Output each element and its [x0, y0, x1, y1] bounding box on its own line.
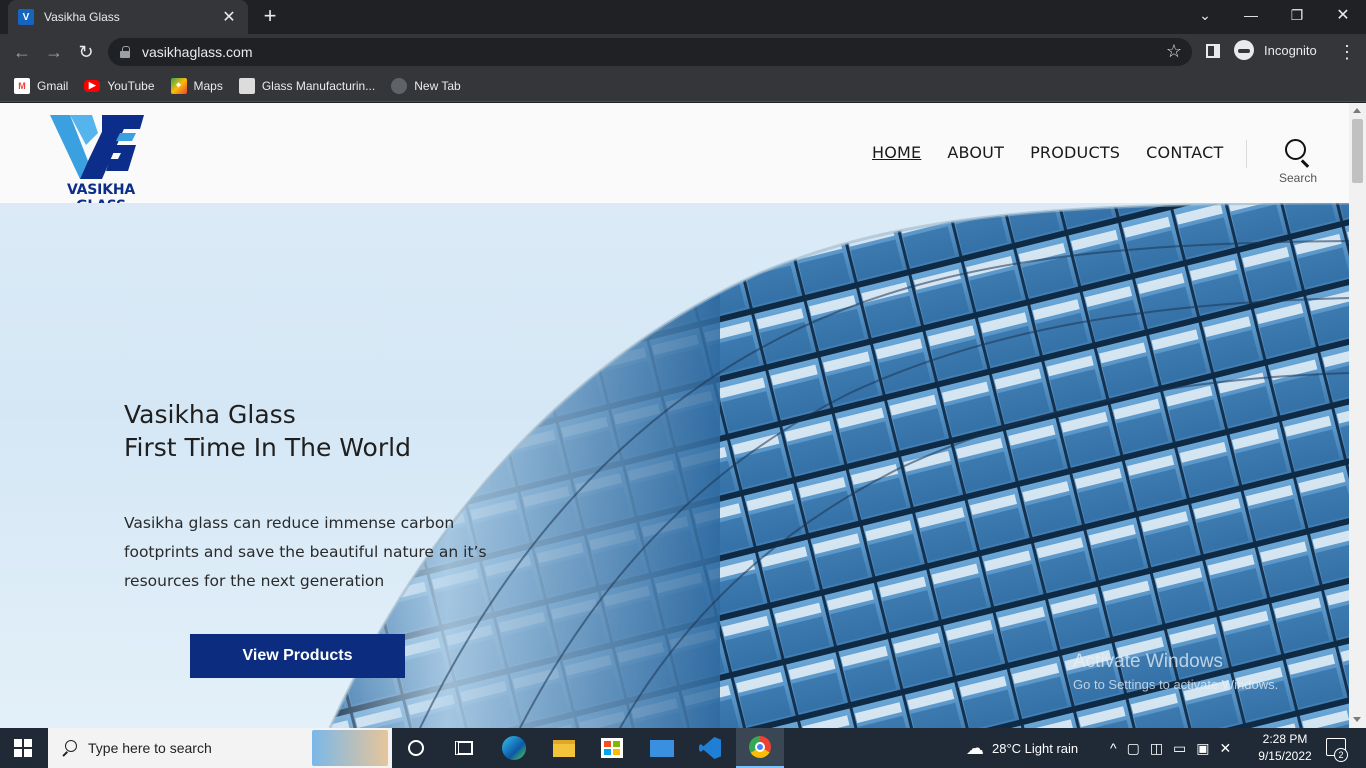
mail-icon[interactable]	[638, 728, 686, 768]
nav-contact-link[interactable]: CONTACT	[1146, 143, 1223, 162]
bookmark-youtube[interactable]: ▶ YouTube	[84, 78, 155, 93]
back-arrow-icon[interactable]: ←	[10, 40, 34, 64]
page-viewport: VASIKHA GLASS HOME ABOUT PRODUCTS CONTAC…	[0, 103, 1349, 728]
search-icon	[62, 740, 78, 756]
taskbar-clock[interactable]: 2:28 PM 9/15/2022	[1252, 731, 1318, 765]
restore-button[interactable]: ❐	[1274, 0, 1320, 30]
chrome-taskbar-icon[interactable]	[736, 728, 784, 768]
hero-title-line2: First Time In The World	[124, 433, 411, 462]
browser-tab[interactable]: V Vasikha Glass ✕	[8, 0, 248, 34]
system-tray-icons[interactable]: ^ ▢ ◫ ▭ ▣ ✕	[1110, 728, 1241, 768]
cortana-icon[interactable]	[392, 728, 440, 768]
youtube-icon: ▶	[84, 79, 101, 92]
notification-count-badge: 2	[1334, 748, 1348, 762]
view-products-button[interactable]: View Products	[190, 634, 405, 678]
clock-date: 9/15/2022	[1258, 749, 1312, 763]
site-favicon-icon: V	[18, 9, 34, 25]
new-tab-button[interactable]: +	[258, 4, 282, 28]
file-explorer-icon[interactable]	[540, 728, 588, 768]
tab-search-icon[interactable]: ⌄	[1182, 0, 1228, 30]
windows-taskbar: Type here to search ☁ 28°C Light rain ^ …	[0, 728, 1366, 768]
hero-title-line1: Vasikha Glass	[124, 400, 296, 429]
hero-description: Vasikha glass can reduce immense carbon …	[124, 514, 487, 590]
nav-divider	[1246, 140, 1247, 168]
watermark-line2: Go to Settings to activate Windows.	[1073, 677, 1279, 692]
clock-time: 2:28 PM	[1262, 732, 1308, 746]
tab-title: Vasikha Glass	[44, 10, 120, 24]
vscode-icon[interactable]	[686, 728, 734, 768]
activate-windows-watermark: Activate Windows Go to Settings to activ…	[1073, 651, 1278, 692]
weather-text: 28°C Light rain	[992, 740, 1079, 756]
nav-about-link[interactable]: ABOUT	[947, 143, 1004, 162]
incognito-profile-button[interactable]: Incognito	[1234, 40, 1317, 60]
network-icon[interactable]: ◫	[1150, 740, 1173, 757]
incognito-label: Incognito	[1264, 42, 1317, 58]
bookmark-label: YouTube	[107, 78, 155, 93]
windows-start-icon[interactable]	[14, 739, 32, 757]
site-logo[interactable]: VASIKHA GLASS	[40, 111, 162, 214]
site-header: VASIKHA GLASS HOME ABOUT PRODUCTS CONTAC…	[0, 103, 1349, 214]
watermark-line1: Activate Windows	[1073, 651, 1223, 672]
search-highlight-image[interactable]	[312, 730, 388, 766]
main-nav: HOME ABOUT PRODUCTS CONTACT	[872, 143, 1249, 162]
bookmark-maps[interactable]: ⌖ Maps	[170, 77, 223, 94]
address-bar[interactable]: vasikhaglass.com ☆	[108, 38, 1192, 66]
vasikha-logo-icon	[50, 115, 144, 179]
nav-products-link[interactable]: PRODUCTS	[1030, 143, 1120, 162]
forward-arrow-icon[interactable]: →	[42, 40, 66, 64]
bookmark-label: New Tab	[414, 78, 461, 93]
rain-cloud-icon: ☁	[966, 737, 984, 758]
volume-muted-icon[interactable]: ✕	[1220, 740, 1242, 757]
chrome-menu-icon[interactable]: ⋮	[1338, 40, 1356, 64]
taskbar-search-placeholder: Type here to search	[88, 740, 212, 756]
search-label: Search	[1278, 171, 1318, 185]
battery-icon[interactable]: ▭	[1173, 740, 1196, 757]
display-icon[interactable]: ▣	[1196, 740, 1219, 757]
url-text[interactable]: vasikhaglass.com	[142, 44, 253, 60]
task-view-icon[interactable]	[440, 728, 488, 768]
close-tab-icon[interactable]: ✕	[220, 7, 238, 27]
site-favicon	[238, 77, 255, 94]
scroll-thumb[interactable]	[1352, 119, 1363, 183]
gmail-icon: M	[14, 77, 30, 94]
bookmark-label: Maps	[193, 78, 223, 93]
side-panel-icon[interactable]	[1206, 44, 1220, 58]
nav-home-link[interactable]: HOME	[872, 143, 921, 162]
bookmark-label: Glass Manufacturin...	[261, 78, 376, 93]
bookmark-new-tab[interactable]: New Tab	[391, 77, 461, 94]
search-button[interactable]: Search	[1270, 139, 1326, 185]
globe-icon	[391, 77, 408, 94]
browser-titlebar: V Vasikha Glass ✕ + ⌄ — ❐ ✕	[0, 0, 1366, 34]
browser-toolbar: ← → ↻ vasikhaglass.com ☆ Incognito ⋮	[0, 34, 1366, 70]
bookmark-gmail[interactable]: M Gmail	[14, 77, 69, 94]
taskbar-search-box[interactable]: Type here to search	[48, 728, 392, 768]
maps-icon: ⌖	[170, 77, 187, 94]
bookmarks-bar: M Gmail ▶ YouTube ⌖ Maps Glass Manufactu…	[0, 70, 1366, 102]
hero-title: Vasikha Glass First Time In The World	[124, 398, 411, 464]
reload-icon[interactable]: ↻	[74, 40, 98, 64]
microsoft-store-icon[interactable]	[588, 728, 636, 768]
bookmark-glass-manufacturing[interactable]: Glass Manufacturin...	[238, 77, 376, 94]
search-icon	[1285, 139, 1311, 168]
show-hidden-icons-chevron-icon[interactable]: ^	[1110, 740, 1127, 756]
close-window-button[interactable]: ✕	[1320, 0, 1366, 30]
weather-widget[interactable]: ☁ 28°C Light rain	[966, 728, 1078, 768]
page-scrollbar[interactable]	[1349, 103, 1366, 728]
edge-icon[interactable]	[490, 728, 538, 768]
meet-now-icon[interactable]: ▢	[1127, 740, 1150, 757]
bookmark-star-icon[interactable]: ☆	[1166, 41, 1182, 62]
scroll-up-arrow-icon[interactable]	[1353, 108, 1361, 113]
hero-section: Vasikha Glass First Time In The World Va…	[0, 203, 1349, 728]
bookmark-label: Gmail	[37, 78, 69, 93]
scroll-down-arrow-icon[interactable]	[1353, 717, 1361, 722]
incognito-icon	[1234, 40, 1254, 60]
minimize-button[interactable]: —	[1228, 0, 1274, 30]
lock-icon[interactable]	[120, 46, 130, 58]
